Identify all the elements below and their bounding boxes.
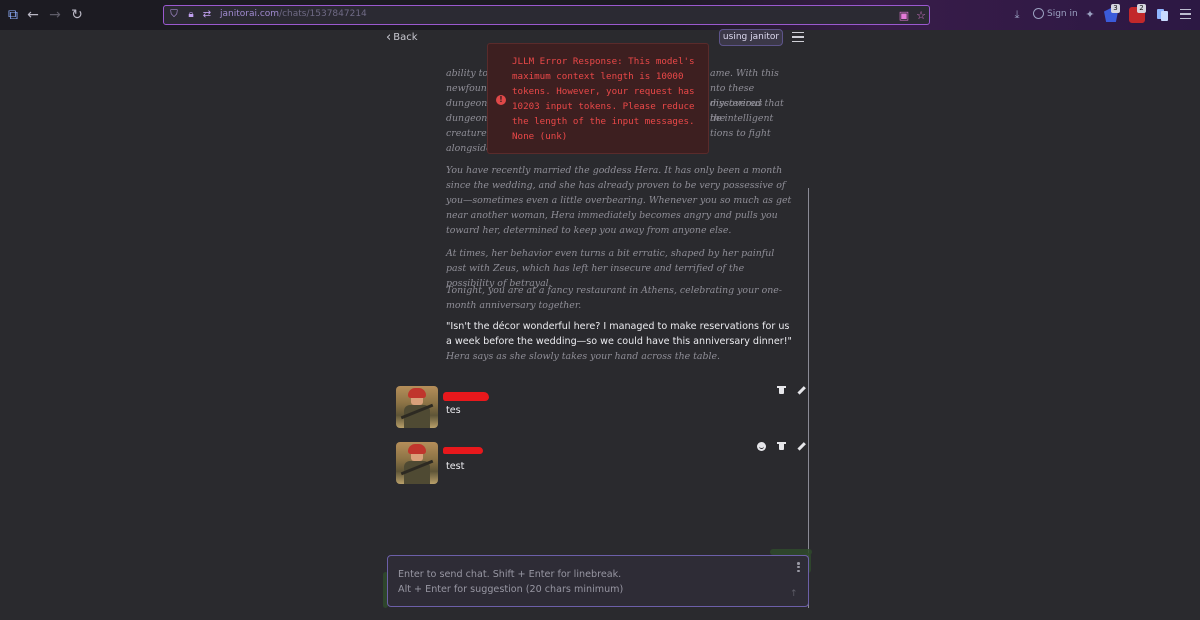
hamburger-menu-icon[interactable] bbox=[792, 32, 804, 42]
intro-paragraph-2: You have recently married the goddess He… bbox=[446, 165, 792, 236]
account-signin[interactable]: Sign in bbox=[1033, 8, 1078, 19]
extensions-icon[interactable]: ✦ bbox=[1082, 7, 1098, 23]
delete-trash-icon[interactable] bbox=[777, 386, 786, 394]
shield-icon[interactable]: ⛉ bbox=[168, 9, 180, 21]
redacted-username bbox=[443, 447, 483, 454]
dot bbox=[797, 569, 800, 572]
intro-paragraph-4: Tonight, you are at a fancy restaurant i… bbox=[446, 285, 782, 311]
intro-dialogue: "Isn't the décor wonderful here? I manag… bbox=[446, 319, 792, 364]
address-bar[interactable]: ⛉ 🔒︎ ⇄ janitorai.com/chats/1537847214 ▣ … bbox=[163, 5, 930, 25]
avatar[interactable] bbox=[396, 386, 438, 428]
bookmark-star-icon[interactable]: ☆ bbox=[914, 9, 928, 23]
reader-mode-icon[interactable]: ▣ bbox=[897, 9, 911, 23]
chevron-left-icon: ‹ bbox=[386, 29, 392, 45]
p1-right-line: tions to fight bbox=[710, 128, 771, 139]
input-placeholder-line-2: Alt + Enter for suggestion (20 chars min… bbox=[398, 584, 624, 595]
edit-pencil-icon[interactable] bbox=[797, 386, 806, 395]
browser-toolbar: ⧉ ← → ↻ ⛉ 🔒︎ ⇄ janitorai.com/chats/15378… bbox=[0, 0, 1200, 30]
account-icon bbox=[1033, 8, 1044, 19]
chat-scroll-track[interactable] bbox=[808, 188, 809, 608]
message-text: tes bbox=[446, 405, 461, 416]
using-model-button[interactable]: using janitor bbox=[719, 29, 783, 46]
extension-docs-icon[interactable] bbox=[1157, 9, 1169, 21]
url-domain: janitorai.com bbox=[220, 9, 280, 19]
dot bbox=[797, 562, 800, 565]
emoji-reaction-icon[interactable] bbox=[757, 442, 766, 451]
sidebar-toggle-icon[interactable]: ⧉ bbox=[4, 6, 22, 24]
lock-icon[interactable]: 🔒︎ bbox=[185, 9, 197, 21]
forward-arrow-icon[interactable]: → bbox=[46, 6, 64, 24]
permissions-icon[interactable]: ⇄ bbox=[201, 9, 213, 21]
download-icon[interactable]: ⤓ bbox=[1009, 7, 1025, 23]
error-alert-icon: ! bbox=[496, 95, 506, 105]
input-placeholder-line-1: Enter to send chat. Shift + Enter for li… bbox=[398, 569, 622, 580]
error-toast[interactable]: ! JLLM Error Response: This model's maxi… bbox=[487, 43, 709, 154]
url-path: /chats/1537847214 bbox=[279, 9, 367, 19]
avatar-hair bbox=[408, 444, 426, 454]
avatar-hair bbox=[408, 388, 426, 398]
message-text: test bbox=[446, 461, 465, 472]
edit-pencil-icon[interactable] bbox=[797, 442, 806, 451]
chat-input[interactable]: Enter to send chat. Shift + Enter for li… bbox=[387, 555, 809, 607]
signin-label: Sign in bbox=[1047, 8, 1078, 19]
back-label: Back bbox=[393, 32, 418, 43]
input-options-icon[interactable] bbox=[797, 562, 800, 572]
browser-menu-icon[interactable] bbox=[1180, 9, 1191, 19]
avatar[interactable] bbox=[396, 442, 438, 484]
extension-badge-blue: 3 bbox=[1111, 4, 1120, 13]
back-button[interactable]: ‹ Back bbox=[386, 29, 418, 45]
delete-trash-icon[interactable] bbox=[777, 442, 786, 450]
redacted-username bbox=[443, 392, 489, 401]
error-message: JLLM Error Response: This model's maximu… bbox=[512, 56, 695, 142]
p1-right-line: he intelligent bbox=[710, 113, 774, 124]
back-arrow-icon[interactable]: ← bbox=[24, 6, 42, 24]
extension-badge-red: 2 bbox=[1137, 4, 1146, 13]
send-arrow-icon[interactable]: ↑ bbox=[790, 589, 798, 599]
reload-icon[interactable]: ↻ bbox=[68, 6, 86, 24]
url-text[interactable]: janitorai.com/chats/1537847214 bbox=[220, 9, 367, 19]
dialogue-narration: Hera says as she slowly takes your hand … bbox=[446, 351, 721, 362]
p1-right-line: ame. With this bbox=[710, 68, 779, 79]
dialogue-quote: "Isn't the décor wonderful here? I manag… bbox=[446, 321, 792, 347]
dot bbox=[797, 565, 800, 569]
